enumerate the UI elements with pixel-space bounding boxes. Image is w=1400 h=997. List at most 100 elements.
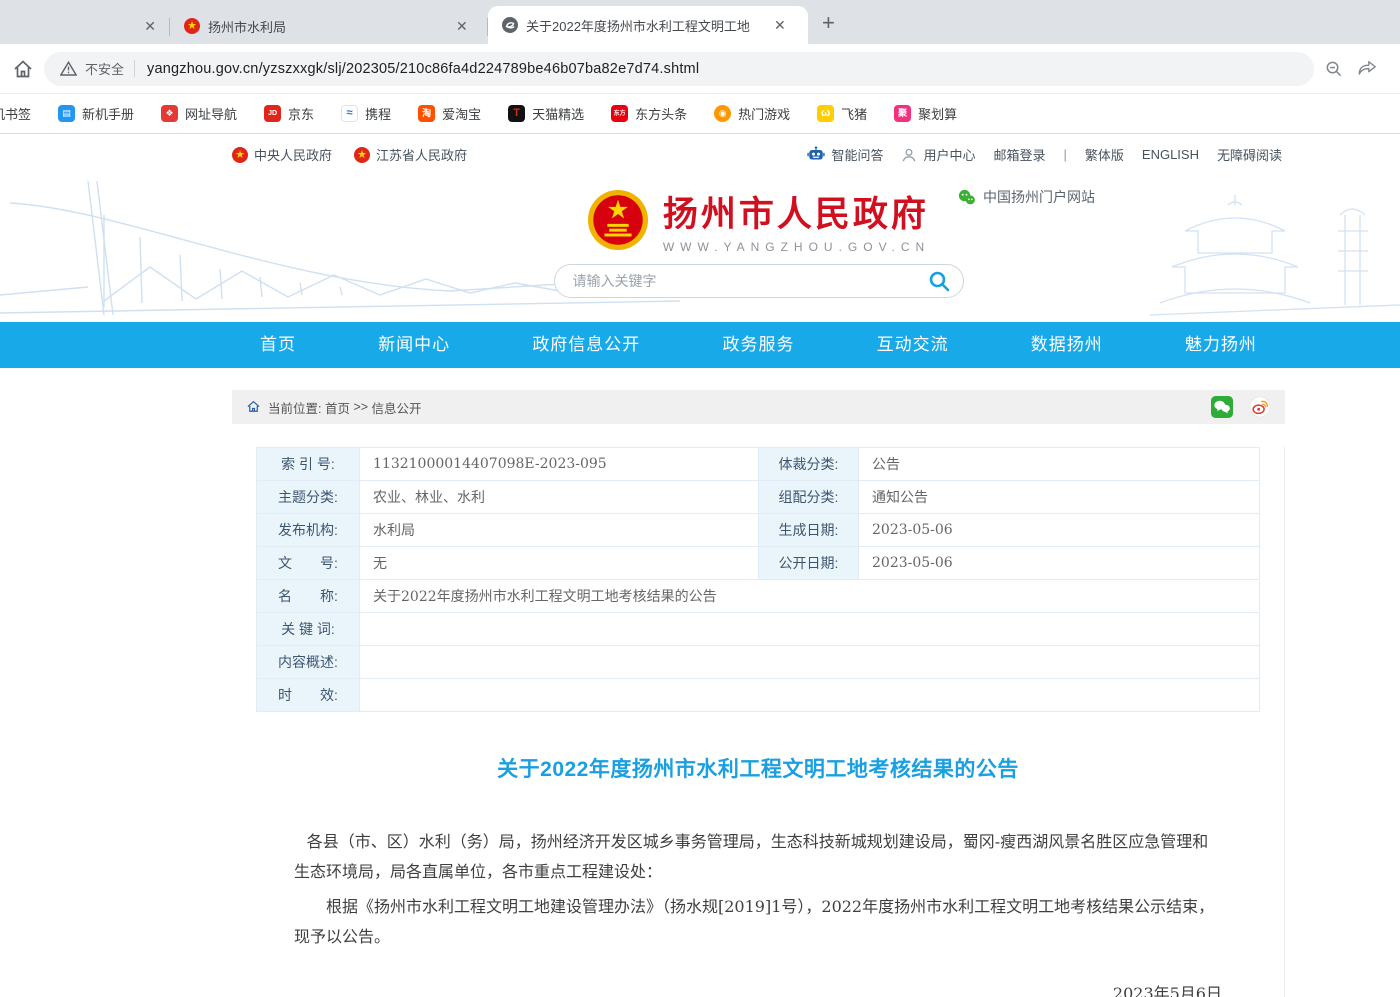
- close-icon[interactable]: ✕: [140, 18, 160, 35]
- bookmark-phone-bookmarks[interactable]: 机书签: [0, 104, 31, 123]
- article-paragraph: 各县（市、区）水利（务）局，扬州经济开发区城乡事务管理局，生态科技新城规划建设局…: [294, 827, 1222, 886]
- article-title: 关于2022年度扬州市水利工程文明工地考核结果的公告: [232, 753, 1284, 783]
- meta-value: 无: [360, 547, 759, 580]
- new-tab-button[interactable]: +: [822, 10, 835, 36]
- bookmark-label: 聚划算: [918, 104, 957, 123]
- site-name: 扬州市人民政府: [663, 186, 930, 237]
- breadcrumb-section-link[interactable]: 信息公开: [372, 398, 422, 417]
- close-icon[interactable]: ✕: [452, 18, 472, 35]
- article-date: 2023年5月6日: [294, 979, 1222, 997]
- weibo-share-icon[interactable]: [1249, 396, 1271, 418]
- user-icon: [901, 147, 917, 163]
- wechat-share-icon[interactable]: [1211, 396, 1233, 418]
- link-mail-login[interactable]: 邮箱登录: [993, 145, 1045, 164]
- table-row: 文 号: 无 公开日期: 2023-05-06: [257, 547, 1260, 580]
- nav-data[interactable]: 数据扬州: [1031, 322, 1103, 368]
- nav-services[interactable]: 政务服务: [722, 322, 794, 368]
- meta-label: 体裁分类:: [759, 448, 859, 481]
- table-row: 主题分类: 农业、林业、水利 组配分类: 通知公告: [257, 481, 1260, 514]
- link-central-gov[interactable]: 中央人民政府: [232, 145, 332, 164]
- close-icon[interactable]: ✕: [770, 17, 790, 34]
- site-search: [554, 264, 964, 298]
- robot-icon: [807, 146, 825, 162]
- bookmark-site-nav[interactable]: ❖ 网址导航: [161, 104, 237, 123]
- home-icon[interactable]: [12, 58, 34, 80]
- link-accessibility[interactable]: 无障碍阅读: [1217, 145, 1282, 164]
- nav-charm[interactable]: 魅力扬州: [1185, 322, 1257, 368]
- wechat-icon: [957, 188, 976, 207]
- meta-label: 时 效:: [257, 679, 360, 712]
- bookmark-taobao[interactable]: 淘 爱淘宝: [418, 104, 481, 123]
- tab-title: 关于2022年度扬州市水利工程文明工地: [526, 16, 758, 35]
- bookmark-label: 爱淘宝: [442, 104, 481, 123]
- bookmark-label: 热门游戏: [738, 104, 790, 123]
- main-navigation: 首页 新闻中心 政府信息公开 政务服务 互动交流 数据扬州 魅力扬州: [0, 322, 1400, 368]
- table-row: 索 引 号: 11321000014407098E-2023-095 体裁分类:…: [257, 448, 1260, 481]
- security-label[interactable]: 不安全: [85, 59, 124, 78]
- ctrip-icon: ≈: [341, 105, 358, 122]
- meta-label: 发布机构:: [257, 514, 360, 547]
- omnibox-divider: [134, 60, 135, 77]
- link-jiangsu-gov[interactable]: 江苏省人民政府: [354, 145, 467, 164]
- browser-toolbar: 不安全 yangzhou.gov.cn/yzszxxgk/slj/202305/…: [0, 44, 1400, 94]
- nav-news[interactable]: 新闻中心: [378, 322, 450, 368]
- table-row: 时 效:: [257, 679, 1260, 712]
- tab-1[interactable]: ✕: [0, 8, 170, 44]
- meta-label: 内容概述:: [257, 646, 360, 679]
- tab-title: 扬州市水利局: [208, 17, 440, 36]
- bookmark-jd[interactable]: JD 京东: [264, 104, 314, 123]
- nav-interaction[interactable]: 互动交流: [877, 322, 949, 368]
- breadcrumb-separator: >>: [350, 400, 372, 414]
- national-emblem-icon: [587, 189, 649, 251]
- tab-2[interactable]: 扬州市水利局 ✕: [170, 8, 488, 44]
- link-smart-qa[interactable]: 智能问答: [807, 145, 883, 164]
- table-row: 名 称: 关于2022年度扬州市水利工程文明工地考核结果的公告: [257, 580, 1260, 613]
- search-input[interactable]: [573, 273, 927, 289]
- bookmark-dongfang[interactable]: 东方 东方头条: [611, 104, 687, 123]
- bookmarks-bar: 机书签 ▤ 新机手册 ❖ 网址导航 JD 京东 ≈ 携程 淘 爱淘宝 T 天猫精…: [0, 94, 1400, 134]
- taobao-icon: 淘: [418, 105, 435, 122]
- share-icon[interactable]: [1357, 59, 1377, 77]
- fliggy-icon: ω: [817, 105, 834, 122]
- jd-icon: JD: [264, 105, 281, 122]
- meta-value: [360, 646, 1260, 679]
- search-icon[interactable]: [927, 269, 951, 293]
- browser-tab-strip: ✕ 扬州市水利局 ✕ 关于2022年度扬州市水利工程文明工地 ✕ +: [0, 0, 1400, 44]
- link-user-center[interactable]: 用户中心: [901, 145, 975, 164]
- bookmark-tmall[interactable]: T 天猫精选: [508, 104, 584, 123]
- nav-info-disclosure[interactable]: 政府信息公开: [532, 322, 640, 368]
- tmall-icon: T: [508, 105, 525, 122]
- breadcrumb-home-link[interactable]: 首页: [325, 398, 350, 417]
- tab-3-active[interactable]: 关于2022年度扬州市水利工程文明工地 ✕: [488, 6, 808, 44]
- meta-value: 农业、林业、水利: [360, 481, 759, 514]
- site-nav-icon: ❖: [161, 105, 178, 122]
- url-text[interactable]: yangzhou.gov.cn/yzszxxgk/slj/202305/210c…: [147, 61, 699, 77]
- breadcrumb-home-icon: [246, 400, 261, 413]
- dongfang-icon: 东方: [611, 105, 628, 122]
- table-row: 发布机构: 水利局 生成日期: 2023-05-06: [257, 514, 1260, 547]
- document-page: 索 引 号: 11321000014407098E-2023-095 体裁分类:…: [232, 447, 1285, 997]
- bookmark-manual[interactable]: ▤ 新机手册: [58, 104, 134, 123]
- bookmark-ctrip[interactable]: ≈ 携程: [341, 104, 391, 123]
- juhuasuan-icon: 聚: [894, 105, 911, 122]
- breadcrumb: 当前位置: 首页 >> 信息公开: [232, 390, 1285, 424]
- url-bar[interactable]: 不安全 yangzhou.gov.cn/yzszxxgk/slj/202305/…: [44, 52, 1314, 86]
- link-english[interactable]: ENGLISH: [1142, 147, 1199, 162]
- site-banner: 扬州市人民政府 WWW.YANGZHOU.GOV.CN 中国扬州门户网站: [0, 175, 1400, 322]
- site-logo[interactable]: 扬州市人民政府 WWW.YANGZHOU.GOV.CN: [232, 175, 1285, 254]
- browser-logo-icon: [502, 17, 518, 33]
- portal-wechat-link[interactable]: 中国扬州门户网站: [957, 187, 1095, 207]
- bookmark-juhuasuan[interactable]: 聚 聚划算: [894, 104, 957, 123]
- bookmark-label: 天猫精选: [532, 104, 584, 123]
- gov-emblem-icon: [232, 147, 248, 163]
- meta-label: 文 号:: [257, 547, 360, 580]
- bookmark-games[interactable]: ◉ 热门游戏: [714, 104, 790, 123]
- gov-emblem-icon: [184, 18, 200, 34]
- manual-icon: ▤: [58, 105, 75, 122]
- bookmark-fliggy[interactable]: ω 飞猪: [817, 104, 867, 123]
- meta-label: 主题分类:: [257, 481, 360, 514]
- link-traditional[interactable]: 繁体版: [1085, 145, 1124, 164]
- warning-triangle-icon: [60, 61, 77, 76]
- nav-home[interactable]: 首页: [260, 322, 296, 368]
- zoom-out-icon[interactable]: [1324, 59, 1343, 78]
